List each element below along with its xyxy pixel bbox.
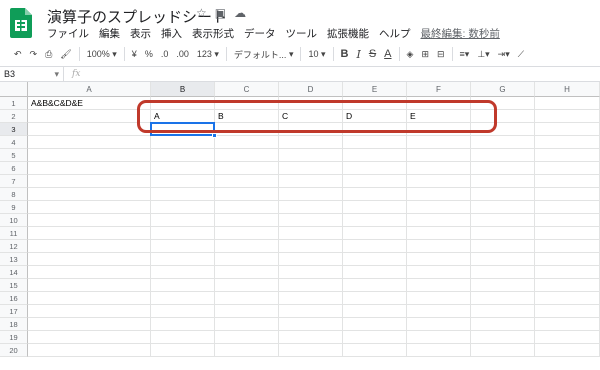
grid-row (28, 162, 600, 175)
paint-format-icon[interactable]: 🖌 (56, 49, 75, 60)
fill-handle[interactable] (212, 133, 217, 138)
grid-row (28, 201, 600, 214)
increase-decimal-button[interactable]: .00 (172, 49, 193, 59)
menu-help[interactable]: ヘルプ (379, 26, 411, 41)
grid-row (28, 331, 600, 344)
row-header-12[interactable]: 12 (0, 240, 28, 253)
row-header-6[interactable]: 6 (0, 162, 28, 175)
row-header-8[interactable]: 8 (0, 188, 28, 201)
cloud-status-icon[interactable]: ☁ (234, 6, 246, 20)
row-header-9[interactable]: 9 (0, 201, 28, 214)
menu-insert[interactable]: 挿入 (161, 26, 182, 41)
grid-row (28, 227, 600, 240)
row-header-17[interactable]: 17 (0, 305, 28, 318)
vertical-align-icon[interactable]: ⊥▾ (473, 49, 493, 60)
menu-format[interactable]: 表示形式 (192, 26, 234, 41)
more-formats-select[interactable]: 123 ▾ (193, 49, 223, 60)
grid-row (28, 240, 600, 253)
menu-tools[interactable]: ツール (286, 26, 318, 41)
grid-row (28, 136, 600, 149)
grid-row (28, 266, 600, 279)
column-header-d[interactable]: D (279, 82, 343, 97)
formula-bar: B3 ▾ fx (0, 66, 600, 82)
row-header-15[interactable]: 15 (0, 279, 28, 292)
bold-button[interactable]: B (337, 48, 353, 60)
row-header-2[interactable]: 2 (0, 110, 28, 123)
borders-icon[interactable]: ⊞ (417, 49, 433, 60)
column-header-f[interactable]: F (407, 82, 471, 97)
star-icon[interactable]: ☆ (196, 6, 207, 20)
column-header-a[interactable]: A (28, 82, 151, 97)
row-header-11[interactable]: 11 (0, 227, 28, 240)
text-rotate-icon[interactable]: ⟋ (514, 49, 528, 60)
toolbar: ↶ ↷ ⎙ 🖌 100% ▾ ¥ % .0 .00 123 ▾ デフォルト...… (10, 44, 595, 64)
grid-row (28, 344, 600, 357)
highlight-annotation (137, 100, 497, 133)
name-box[interactable]: B3 ▾ (0, 67, 64, 81)
menu-file[interactable]: ファイル (47, 26, 89, 41)
horizontal-align-icon[interactable]: ≡▾ (456, 49, 474, 60)
strikethrough-button[interactable]: S (365, 48, 380, 60)
print-icon[interactable]: ⎙ (41, 49, 56, 60)
last-edit-link[interactable]: 最終編集: 数秒前 (421, 26, 500, 41)
redo-icon[interactable]: ↷ (26, 49, 42, 60)
percent-button[interactable]: % (141, 49, 157, 59)
decrease-decimal-button[interactable]: .0 (157, 49, 173, 59)
grid-row (28, 175, 600, 188)
font-size-select[interactable]: 10 ▾ (304, 49, 329, 60)
merge-cells-icon[interactable]: ⊟ (433, 49, 449, 60)
grid-row (28, 149, 600, 162)
name-box-dropdown-icon[interactable]: ▾ (54, 69, 59, 80)
grid-row (28, 253, 600, 266)
undo-icon[interactable]: ↶ (10, 49, 26, 60)
italic-button[interactable]: I (352, 48, 364, 61)
row-header-20[interactable]: 20 (0, 344, 28, 357)
grid-row (28, 292, 600, 305)
row-header-10[interactable]: 10 (0, 214, 28, 227)
text-color-button[interactable]: A (380, 48, 395, 60)
row-header-3[interactable]: 3 (0, 123, 28, 136)
column-header-h[interactable]: H (535, 82, 600, 97)
grid-row (28, 305, 600, 318)
fx-icon: fx (72, 69, 81, 79)
select-all-corner[interactable] (0, 82, 28, 97)
grid-row (28, 188, 600, 201)
menu-data[interactable]: データ (244, 26, 276, 41)
row-header-4[interactable]: 4 (0, 136, 28, 149)
column-header-g[interactable]: G (471, 82, 535, 97)
grid-row (28, 318, 600, 331)
font-select[interactable]: デフォルト... ▾ (230, 48, 298, 61)
move-folder-icon[interactable]: ▣ (215, 6, 226, 20)
row-header-18[interactable]: 18 (0, 318, 28, 331)
cell-a1[interactable]: A&B&C&D&E (28, 97, 151, 110)
row-header-19[interactable]: 19 (0, 331, 28, 344)
row-header-5[interactable]: 5 (0, 149, 28, 162)
row-header-1[interactable]: 1 (0, 97, 28, 110)
row-header-16[interactable]: 16 (0, 292, 28, 305)
grid-row (28, 279, 600, 292)
row-header-7[interactable]: 7 (0, 175, 28, 188)
row-header-14[interactable]: 14 (0, 266, 28, 279)
grid-row (28, 214, 600, 227)
fill-color-icon[interactable]: ◈ (403, 49, 418, 60)
currency-button[interactable]: ¥ (128, 49, 141, 59)
sheets-logo-icon[interactable] (10, 8, 32, 38)
column-header-b[interactable]: B (151, 82, 215, 97)
column-header-e[interactable]: E (343, 82, 407, 97)
row-header-13[interactable]: 13 (0, 253, 28, 266)
text-wrap-icon[interactable]: ⇥▾ (494, 49, 514, 60)
menu-view[interactable]: 表示 (130, 26, 151, 41)
menu-edit[interactable]: 編集 (99, 26, 120, 41)
menu-bar: ファイル 編集 表示 挿入 表示形式 データ ツール 拡張機能 ヘルプ 最終編集… (47, 26, 500, 41)
column-header-c[interactable]: C (215, 82, 279, 97)
zoom-select[interactable]: 100% ▾ (83, 49, 121, 60)
menu-extensions[interactable]: 拡張機能 (327, 26, 369, 41)
